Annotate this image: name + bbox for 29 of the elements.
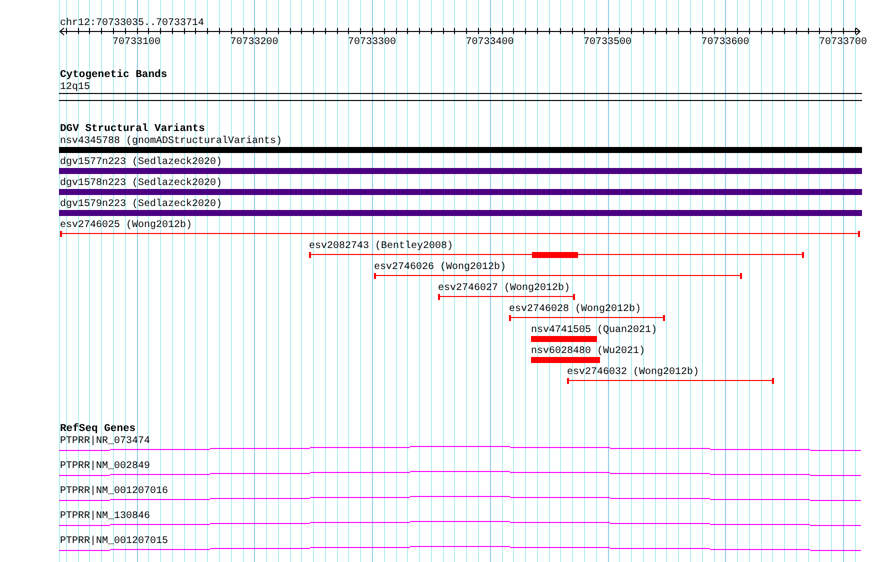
feature-label: PTPRR|NR_073474 <box>60 436 150 447</box>
tick-label: 70733400 <box>466 37 514 48</box>
feature-label: dgv1577n223 (Sedlazeck2020) <box>60 157 222 168</box>
track-title: RefSeq Genes <box>60 423 136 435</box>
feature-label: esv2746025 (Wong2012b) <box>60 220 192 231</box>
feature-label: PTPRR|NM_001207016 <box>60 486 168 497</box>
tick-label: 70733100 <box>112 37 161 48</box>
feature-label: dgv1578n223 (Sedlazeck2020) <box>60 178 222 189</box>
feature-label: PTPRR|NM_002849 <box>60 461 150 472</box>
feature-label: dgv1579n223 (Sedlazeck2020) <box>60 199 222 210</box>
feature-label: nsv6028480 (Wu2021) <box>531 346 646 357</box>
feature-label: esv2746026 (Wong2012b) <box>374 262 506 273</box>
tick-label: 70733600 <box>701 37 750 48</box>
track-title: Cytogenetic Bands <box>60 69 168 81</box>
band-label: 12q15 <box>60 82 90 93</box>
feature-label: esv2746027 (Wong2012b) <box>438 283 570 294</box>
tick-label: 70733700 <box>819 37 868 48</box>
feature-label: PTPRR|NM_130846 <box>60 511 150 522</box>
feature-label: nsv4741505 (Quan2021) <box>531 325 658 336</box>
track-title: DGV Structural Variants <box>60 123 205 135</box>
feature-label: PTPRR|NM_001207015 <box>60 536 168 547</box>
feature-label: esv2746028 (Wong2012b) <box>509 304 642 315</box>
tick-label: 70733200 <box>230 37 278 48</box>
feature-label: esv2082743 (Bentley2008) <box>309 241 454 252</box>
feature-label: esv2746032 (Wong2012b) <box>567 367 700 378</box>
feature-label: nsv4345788 (gnomADStructuralVariants) <box>60 136 282 147</box>
tick-label: 70733500 <box>584 37 632 48</box>
location-label: chr12:70733035..70733714 <box>60 18 204 29</box>
tick-label: 70733300 <box>348 37 396 48</box>
